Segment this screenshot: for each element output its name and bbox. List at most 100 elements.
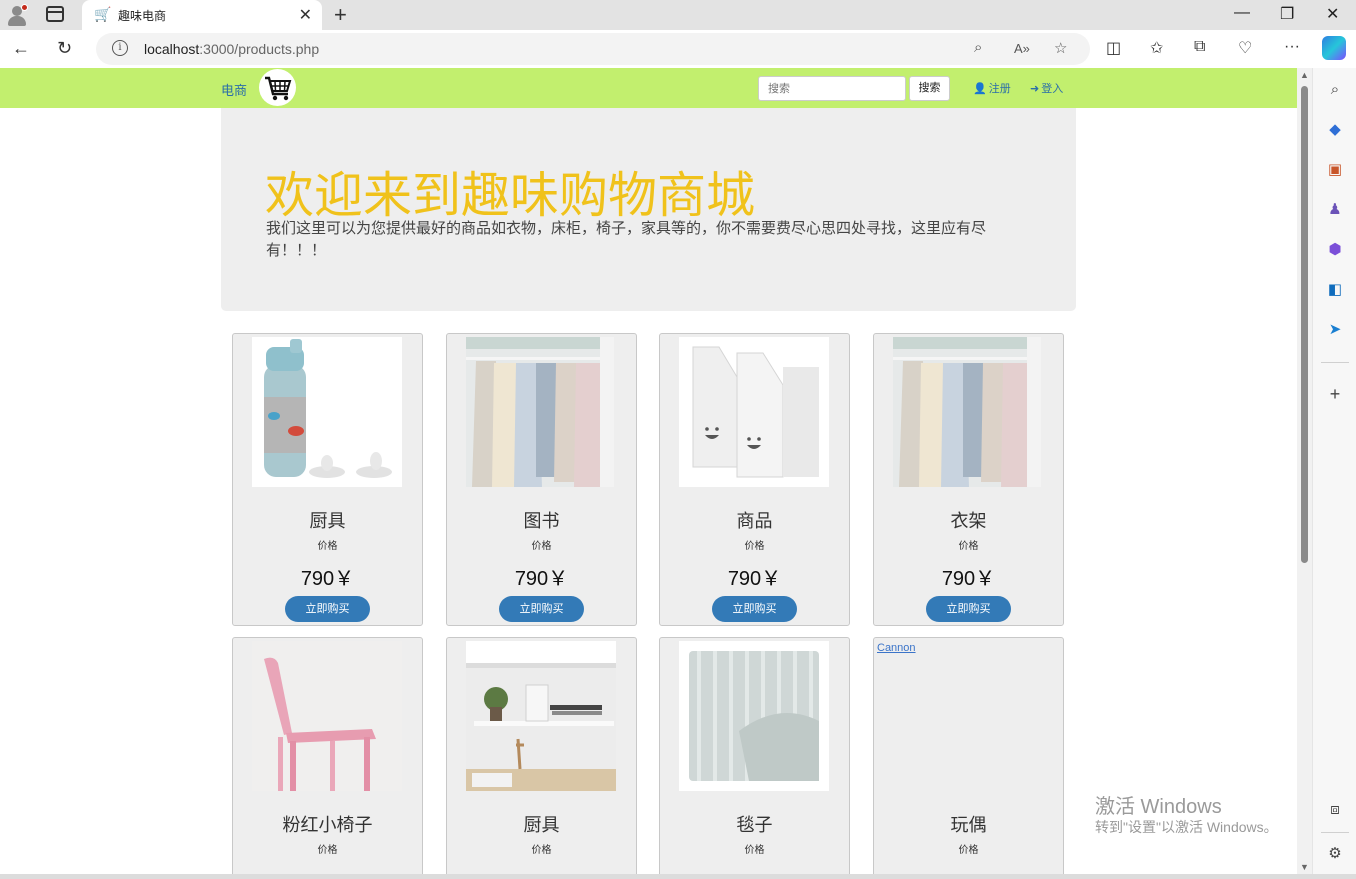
tools-icon[interactable]: ▣ xyxy=(1325,160,1345,180)
product-name: 厨具 xyxy=(523,815,560,835)
product-image-thermos[interactable] xyxy=(252,337,402,487)
product-card: 衣架 价格 790￥ 立即购买 xyxy=(873,333,1064,626)
buy-now-button[interactable]: 立即购买 xyxy=(499,596,584,622)
search-icon[interactable]: ⌕ xyxy=(1325,80,1345,100)
product-image-shelves[interactable] xyxy=(466,641,616,791)
price-label: 价格 xyxy=(531,541,552,552)
product-image-clothes[interactable] xyxy=(893,337,1041,487)
product-card: Cannon 玩偶 价格 xyxy=(873,637,1064,874)
hero-banner: 欢迎来到趣味购物商城 我们这里可以为您提供最好的商品如衣物，床柜，椅子，家具等的… xyxy=(221,108,1076,311)
back-icon[interactable]: ← xyxy=(12,38,30,59)
refresh-icon[interactable]: ↻ xyxy=(57,38,72,59)
product-image-blanket[interactable] xyxy=(679,641,829,791)
product-price: 790￥ xyxy=(514,568,569,590)
product-name: 厨具 xyxy=(309,511,346,531)
search-input[interactable] xyxy=(758,76,906,101)
scroll-down-icon[interactable]: ▼ xyxy=(1300,862,1309,872)
hero-title: 欢迎来到趣味购物商城 xyxy=(265,169,756,223)
product-card: 图书 价格 790￥ 立即购买 xyxy=(446,333,637,626)
hero-text: 我们这里可以为您提供最好的商品如衣物，床柜，椅子，家具等的，你不需要费尽心思四处… xyxy=(266,220,987,259)
page-viewport: 电商 搜索 👤注册 ➜登入 欢迎来到趣味购物商城 我们这里可以为您提供最好的商品… xyxy=(0,68,1297,874)
more-menu-icon[interactable]: ··· xyxy=(1284,38,1300,56)
send-icon[interactable]: ➤ xyxy=(1325,320,1345,340)
product-name: 衣架 xyxy=(950,511,987,531)
product-name: 商品 xyxy=(736,511,773,531)
sidebar-divider xyxy=(1321,362,1349,363)
activation-watermark-text: 转到"设置"以激活 Windows。 xyxy=(1095,819,1278,835)
site-navbar: 电商 搜索 👤注册 ➜登入 xyxy=(0,68,1297,108)
browser-tab[interactable]: 🛒 趣味电商 ✕ xyxy=(82,0,322,30)
price-label: 价格 xyxy=(958,541,979,552)
collections-icon[interactable]: ⧉ xyxy=(1194,38,1205,56)
product-card: 粉红小椅子 价格 xyxy=(232,637,423,874)
login-icon: ➜ xyxy=(1030,83,1040,95)
product-price: 790￥ xyxy=(941,568,996,590)
cart-favicon-icon: 🛒 xyxy=(94,6,112,22)
search-button[interactable]: 搜索 xyxy=(909,76,950,101)
minimize-icon[interactable]: — xyxy=(1234,4,1250,22)
product-price: 790￥ xyxy=(727,568,782,590)
screenshot-icon[interactable]: ⧈ xyxy=(1325,800,1345,820)
edge-sidebar: ⌕ ◆ ▣ ♟ ⬢ ◧ ➤ + ⧈ ⚙ xyxy=(1312,68,1356,879)
split-screen-icon[interactable]: ◫ xyxy=(1106,38,1121,58)
profile-avatar-icon[interactable] xyxy=(6,4,28,26)
register-link[interactable]: 👤 注册 xyxy=(973,80,1011,96)
product-name: 粉红小椅子 xyxy=(282,815,373,835)
buy-now-button[interactable]: 立即购买 xyxy=(712,596,797,622)
price-label: 价格 xyxy=(958,845,979,856)
product-card: 商品 价格 790￥ 立即购买 xyxy=(659,333,850,626)
close-tab-icon[interactable]: ✕ xyxy=(299,5,312,25)
tab-title: 趣味电商 xyxy=(118,9,167,23)
read-aloud-icon[interactable]: A» xyxy=(1014,41,1030,56)
browser-essentials-icon[interactable]: ♡ xyxy=(1238,38,1252,58)
login-label: 登入 xyxy=(1041,83,1064,95)
login-link[interactable]: ➜ 登入 xyxy=(1030,80,1063,96)
sidebar-divider xyxy=(1321,832,1349,833)
product-card: 厨具 价格 xyxy=(446,637,637,874)
address-bar[interactable]: i localhost:3000/products.php ⌕ A» ☆ xyxy=(96,33,1090,65)
broken-image-alt[interactable]: Cannon xyxy=(877,642,916,654)
favorite-star-icon[interactable]: ☆ xyxy=(1054,39,1067,57)
restore-icon[interactable]: ❐ xyxy=(1280,4,1294,24)
address-toolbar: ← ↻ i localhost:3000/products.php ⌕ A» ☆… xyxy=(0,30,1356,68)
buy-now-button[interactable]: 立即购买 xyxy=(926,596,1011,622)
window-bottom-edge xyxy=(0,874,1356,879)
product-price: 790￥ xyxy=(300,568,355,590)
add-icon[interactable]: + xyxy=(1325,384,1345,404)
browser-tab-bar: 🛒 趣味电商 ✕ + — ❐ ✕ xyxy=(0,0,1356,30)
site-info-icon[interactable]: i xyxy=(112,40,128,56)
product-name: 图书 xyxy=(523,511,560,531)
zoom-icon[interactable]: ⌕ xyxy=(974,39,982,56)
register-label: 注册 xyxy=(988,83,1011,95)
user-icon: 👤 xyxy=(973,83,987,95)
close-window-icon[interactable]: ✕ xyxy=(1326,4,1339,24)
shopping-tag-icon[interactable]: ◆ xyxy=(1325,120,1345,140)
new-tab-icon[interactable]: + xyxy=(334,2,347,28)
product-image-magazine-files[interactable] xyxy=(679,337,829,487)
shopping-cart-icon[interactable] xyxy=(259,69,296,106)
product-image-pink-chair[interactable] xyxy=(252,641,402,791)
product-name: 玩偶 xyxy=(950,815,987,835)
product-card: 毯子 价格 xyxy=(659,637,850,874)
price-label: 价格 xyxy=(744,541,765,552)
price-label: 价格 xyxy=(317,845,338,856)
product-name: 毯子 xyxy=(736,815,773,835)
scroll-up-icon[interactable]: ▲ xyxy=(1300,70,1309,80)
tab-actions-icon[interactable] xyxy=(46,6,64,22)
price-label: 价格 xyxy=(531,845,552,856)
scrollbar-thumb[interactable] xyxy=(1301,86,1308,563)
settings-gear-icon[interactable]: ⚙ xyxy=(1325,844,1345,864)
product-card: 厨具 价格 790￥ 立即购买 xyxy=(232,333,423,626)
copilot-icon[interactable] xyxy=(1322,36,1346,60)
price-label: 价格 xyxy=(744,845,765,856)
brand-link[interactable]: 电商 xyxy=(221,80,247,99)
microsoft365-icon[interactable]: ⬢ xyxy=(1325,240,1345,260)
activation-watermark-title: 激活 Windows xyxy=(1095,796,1222,818)
games-icon[interactable]: ♟ xyxy=(1325,200,1345,220)
product-image-clothes[interactable] xyxy=(466,337,614,487)
url-text: localhost:3000/products.php xyxy=(144,41,320,57)
buy-now-button[interactable]: 立即购买 xyxy=(285,596,370,622)
outlook-icon[interactable]: ◧ xyxy=(1325,280,1345,300)
favorites-icon[interactable]: ✩ xyxy=(1150,38,1163,58)
page-scrollbar[interactable]: ▲ ▼ xyxy=(1297,68,1312,874)
